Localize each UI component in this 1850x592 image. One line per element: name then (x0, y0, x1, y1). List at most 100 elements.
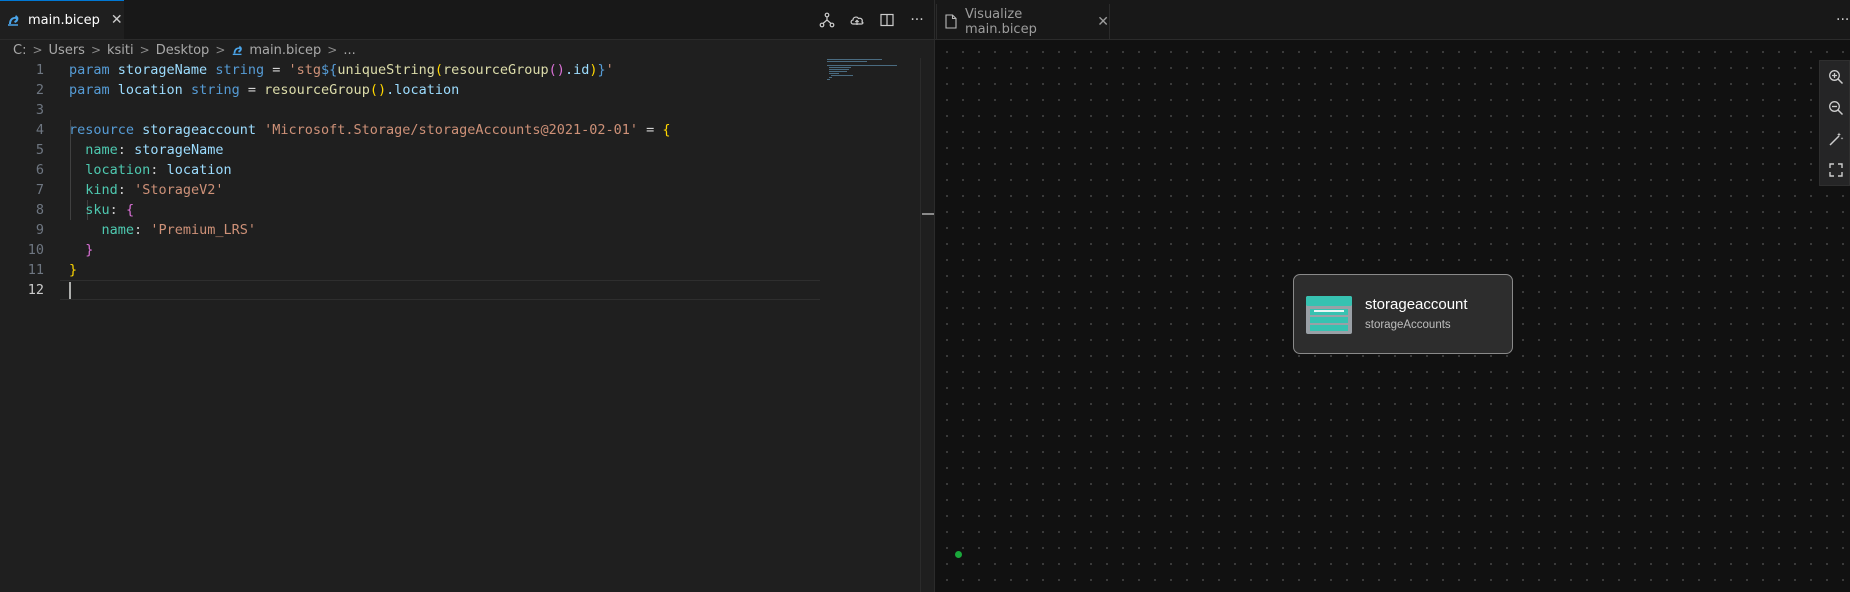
zoom-out-icon[interactable] (1820, 92, 1850, 123)
line-number: 4 (35, 122, 44, 138)
breadcrumb-separator: > (139, 43, 150, 57)
file-icon (945, 14, 958, 30)
code-token: = (272, 62, 281, 78)
code-token: } (69, 262, 78, 278)
tab-label: main.bicep (28, 12, 100, 28)
vertical-scrollbar[interactable] (920, 58, 935, 592)
close-tab-icon[interactable]: ✕ (111, 12, 123, 28)
resource-graph-canvas[interactable]: storageaccount storageAccounts (935, 40, 1850, 592)
code-token: string (190, 82, 240, 98)
node-title: storageaccount (1365, 296, 1468, 313)
line-number: 7 (35, 182, 44, 198)
code-token: string (215, 62, 265, 78)
visualize-icon[interactable] (814, 7, 840, 33)
breadcrumb-desktop[interactable]: Desktop (156, 43, 210, 58)
breadcrumb-separator: > (90, 43, 101, 57)
line-number: 6 (35, 162, 44, 178)
code-token: location (117, 82, 183, 98)
code-token: uniqueString (337, 62, 435, 78)
line-number: 1 (35, 62, 44, 78)
code-token: } (85, 242, 94, 258)
code-token: .location (386, 82, 460, 98)
code-line: 12 (0, 280, 820, 300)
code-token: resource (69, 122, 135, 138)
line-number: 2 (35, 82, 44, 98)
code-token: : (109, 202, 118, 218)
zoom-in-icon[interactable] (1820, 61, 1850, 92)
code-token: param (69, 82, 110, 98)
code-token: ( (434, 62, 443, 78)
code-editor-group: main.bicep ✕ ··· C: > Users > ksiti > De… (0, 0, 935, 592)
code-line: 11 } (0, 260, 820, 280)
breadcrumb: C: > Users > ksiti > Desktop > main.bice… (0, 40, 934, 60)
code-token: 'Microsoft.Storage/storageAccounts@2021-… (264, 122, 638, 138)
deploy-cloud-icon[interactable] (844, 7, 870, 33)
breadcrumb-separator: > (215, 43, 226, 57)
line-number: 3 (35, 102, 44, 118)
fit-view-icon[interactable] (1820, 154, 1850, 185)
line-number: 9 (35, 222, 44, 238)
code-token: param (69, 62, 110, 78)
magic-wand-icon[interactable] (1820, 123, 1850, 154)
code-token: ' (605, 62, 614, 78)
code-token: kind (85, 182, 118, 198)
scrollbar-cursor-marker (922, 213, 934, 215)
breadcrumb-separator: > (32, 43, 43, 57)
editor-tab-bar: main.bicep ✕ ··· (0, 0, 934, 40)
line-number: 10 (27, 242, 44, 258)
text-cursor (69, 282, 71, 299)
breadcrumb-user[interactable]: ksiti (107, 43, 134, 58)
resource-node-storageaccount[interactable]: storageaccount storageAccounts (1293, 274, 1513, 354)
connection-status-indicator (955, 551, 962, 558)
code-token: { (125, 202, 135, 218)
code-token: () (369, 82, 387, 98)
breadcrumb-users[interactable]: Users (49, 43, 85, 58)
code-line: 8 sku: { (0, 200, 820, 220)
code-line: 5 name: storageName (0, 140, 820, 160)
code-token: : (150, 162, 159, 178)
line-number: 5 (35, 142, 44, 158)
code-token: 'StorageV2' (134, 182, 224, 198)
code-token: ${ (321, 62, 338, 78)
code-token: : (117, 142, 126, 158)
visualizer-group: Visualize main.bicep ✕ ··· storageaccoun… (935, 0, 1850, 592)
code-token: storageaccount (142, 122, 256, 138)
code-token: 'stg (288, 62, 322, 78)
close-tab-icon[interactable]: ✕ (1097, 14, 1109, 30)
code-area[interactable]: 1 param storageName string = 'stg${uniqu… (0, 60, 934, 592)
code-token: = (247, 82, 257, 98)
breadcrumb-more[interactable]: ... (343, 43, 355, 58)
tab-label: Visualize main.bicep (964, 6, 1037, 37)
code-token: .id (564, 62, 590, 78)
tab-main-bicep[interactable]: main.bicep ✕ (0, 0, 124, 39)
split-editor-icon[interactable] (874, 7, 900, 33)
breadcrumb-drive[interactable]: C: (13, 43, 26, 58)
more-icon[interactable]: ··· (904, 7, 930, 33)
more-icon[interactable]: ··· (1836, 12, 1850, 28)
code-line: 10 } (0, 240, 820, 260)
code-token: : (117, 182, 126, 198)
bicep-icon (6, 12, 22, 28)
code-line: 1 param storageName string = 'stg${uniqu… (0, 60, 820, 80)
storage-icon (1306, 296, 1352, 334)
line-number: 11 (27, 262, 44, 278)
code-token: () (548, 62, 565, 78)
line-number: 8 (35, 202, 44, 218)
code-line: 3 (0, 100, 820, 120)
code-token: = (646, 122, 655, 138)
code-line: 9 name: 'Premium_LRS' (0, 220, 820, 240)
tab-visualize-main-bicep[interactable]: Visualize main.bicep ✕ (936, 4, 1110, 39)
code-token: storageName (134, 142, 224, 158)
bicep-icon (231, 43, 245, 57)
code-token: { (662, 122, 671, 138)
code-token: storageName (117, 62, 208, 78)
code-token: location (166, 162, 232, 178)
breadcrumb-file[interactable]: main.bicep (249, 43, 321, 58)
minimap[interactable] (827, 58, 917, 88)
breadcrumb-separator: > (327, 43, 338, 57)
code-token: : (134, 222, 143, 238)
line-number: 12 (27, 282, 44, 298)
code-line: 4 resource storageaccount 'Microsoft.Sto… (0, 120, 820, 140)
graph-toolbar (1819, 60, 1850, 186)
code-token: 'Premium_LRS' (150, 222, 256, 238)
